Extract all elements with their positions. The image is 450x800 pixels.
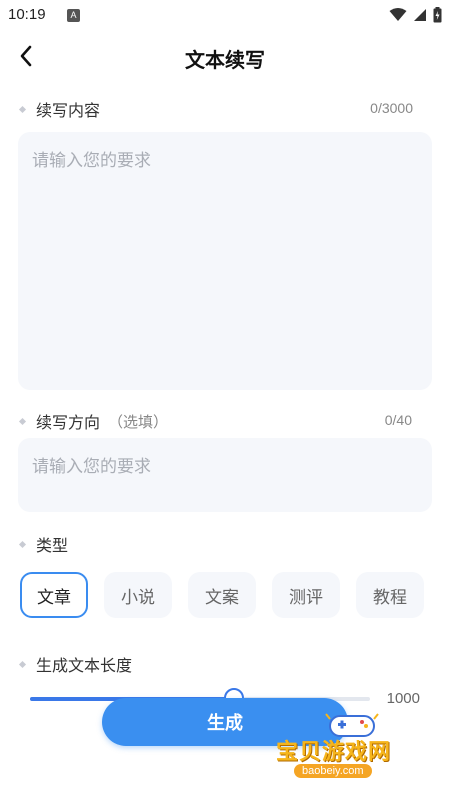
notification-icon: A [67,9,80,22]
watermark-title: 宝贝游戏网 [276,740,392,765]
watermark-url: baobeiy.com [294,764,372,778]
type-chip-tutorial[interactable]: 教程 [356,572,424,618]
diamond-icon [18,540,27,548]
diamond-icon [18,417,27,425]
type-label: 类型 [36,536,69,555]
length-label: 生成文本长度 [36,656,133,675]
battery-icon [433,7,442,23]
type-section-label: 类型 [18,532,69,556]
direction-section-label: 续写方向 （选填） [18,409,169,433]
status-time: 10:19 [8,6,46,23]
status-bar: 10:19 A [0,0,450,32]
content-section-label: 续写内容 [18,97,101,121]
length-value: 1000 [386,690,420,707]
type-chip-copywriting[interactable]: 文案 [188,572,256,618]
diamond-icon [18,660,27,668]
diamond-icon [18,105,27,113]
type-options: 文章 小说 文案 测评 教程 [20,572,430,618]
watermark-logo: 宝贝游戏网 baobeiy.com [272,708,422,794]
content-label: 续写内容 [36,101,101,120]
content-counter: 0/3000 [370,100,413,116]
direction-label: 续写方向 [36,413,101,432]
content-textarea[interactable]: 请输入您的要求 [18,132,432,390]
wifi-icon [389,8,407,21]
length-section-label: 生成文本长度 [18,652,133,676]
type-chip-novel[interactable]: 小说 [104,572,172,618]
direction-textarea[interactable]: 请输入您的要求 [18,438,432,512]
content-placeholder: 请输入您的要求 [32,151,151,171]
status-icons [389,7,442,23]
type-chip-article[interactable]: 文章 [20,572,88,618]
direction-placeholder: 请输入您的要求 [32,457,151,477]
generate-button-label: 生成 [207,713,243,734]
direction-counter: 0/40 [384,412,412,428]
page-title: 文本续写 [185,48,265,72]
signal-icon [414,9,426,21]
header: 文本续写 [0,32,450,82]
direction-optional-label: （选填） [108,412,169,431]
type-chip-review[interactable]: 测评 [272,572,340,618]
